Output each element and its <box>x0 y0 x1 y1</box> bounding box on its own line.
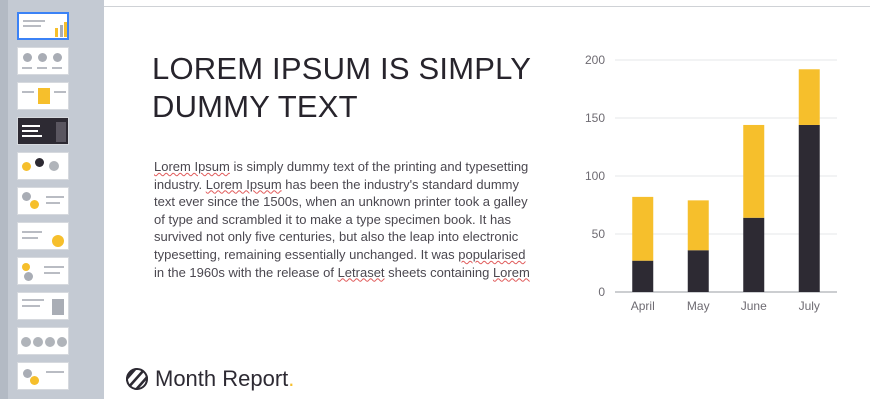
slide-thumbnail-9[interactable] <box>17 292 69 320</box>
bar-may-segment-2 <box>687 200 709 251</box>
slide-thumbnail-5[interactable] <box>17 152 69 180</box>
canvas-top-edge <box>104 6 870 7</box>
bar-april-segment-1 <box>632 260 654 292</box>
spellcheck-word: Letraset <box>337 264 385 280</box>
stacked-bar-chart[interactable]: 0 50 100 150 200 April May June July <box>575 40 845 330</box>
slide-thumbnail-2[interactable] <box>17 47 69 75</box>
bar-may-segment-1 <box>687 250 709 292</box>
slide-thumbnail-8[interactable] <box>17 257 69 285</box>
slide-body-text[interactable]: Lorem Ipsum is simply dummy text of the … <box>154 158 534 281</box>
spellcheck-word: popularised <box>458 246 526 262</box>
y-tick-label: 100 <box>585 169 605 183</box>
y-tick-label: 150 <box>585 111 605 125</box>
spellcheck-word: Lorem Ipsum <box>154 159 230 174</box>
bar-june-segment-2 <box>743 124 765 218</box>
spellcheck-word: Lorem Ipsum <box>205 176 282 192</box>
body-text-run: in the 1960s with the release of <box>154 264 338 280</box>
slide-thumbnail-1[interactable] <box>17 12 69 40</box>
bar-july-segment-2 <box>798 69 820 125</box>
slide-thumbnail-10[interactable] <box>17 327 69 355</box>
slide-title[interactable]: LOREM IPSUM IS SIMPLY DUMMY TEXT <box>152 50 572 126</box>
bar-june-segment-1 <box>743 217 765 292</box>
x-tick-label: April <box>631 299 655 313</box>
slide-thumbnail-11[interactable] <box>17 362 69 390</box>
slide-thumbnail-6[interactable] <box>17 187 69 215</box>
slide-thumbnail-4[interactable] <box>17 117 69 145</box>
x-tick-label: June <box>741 299 767 313</box>
footer-brand: Month Report. <box>125 365 294 393</box>
body-text-run: sheets containing <box>384 264 493 280</box>
spellcheck-word: Lorem <box>492 264 530 280</box>
striped-circle-logo-icon <box>126 368 148 390</box>
footer-report-label: Month Report <box>155 366 289 391</box>
sidebar-edge <box>0 0 8 399</box>
x-tick-label: July <box>799 299 820 313</box>
x-tick-label: May <box>687 299 710 313</box>
bar-april-segment-2 <box>632 196 654 261</box>
y-tick-label: 50 <box>592 227 606 241</box>
slide-thumbnail-7[interactable] <box>17 222 69 250</box>
y-tick-label: 0 <box>598 285 605 299</box>
slide-thumbnail-3[interactable] <box>17 82 69 110</box>
bar-july-segment-1 <box>798 124 820 293</box>
footer-accent-dot: . <box>288 366 295 391</box>
y-tick-label: 200 <box>585 53 605 67</box>
slide-navigator <box>0 0 104 399</box>
